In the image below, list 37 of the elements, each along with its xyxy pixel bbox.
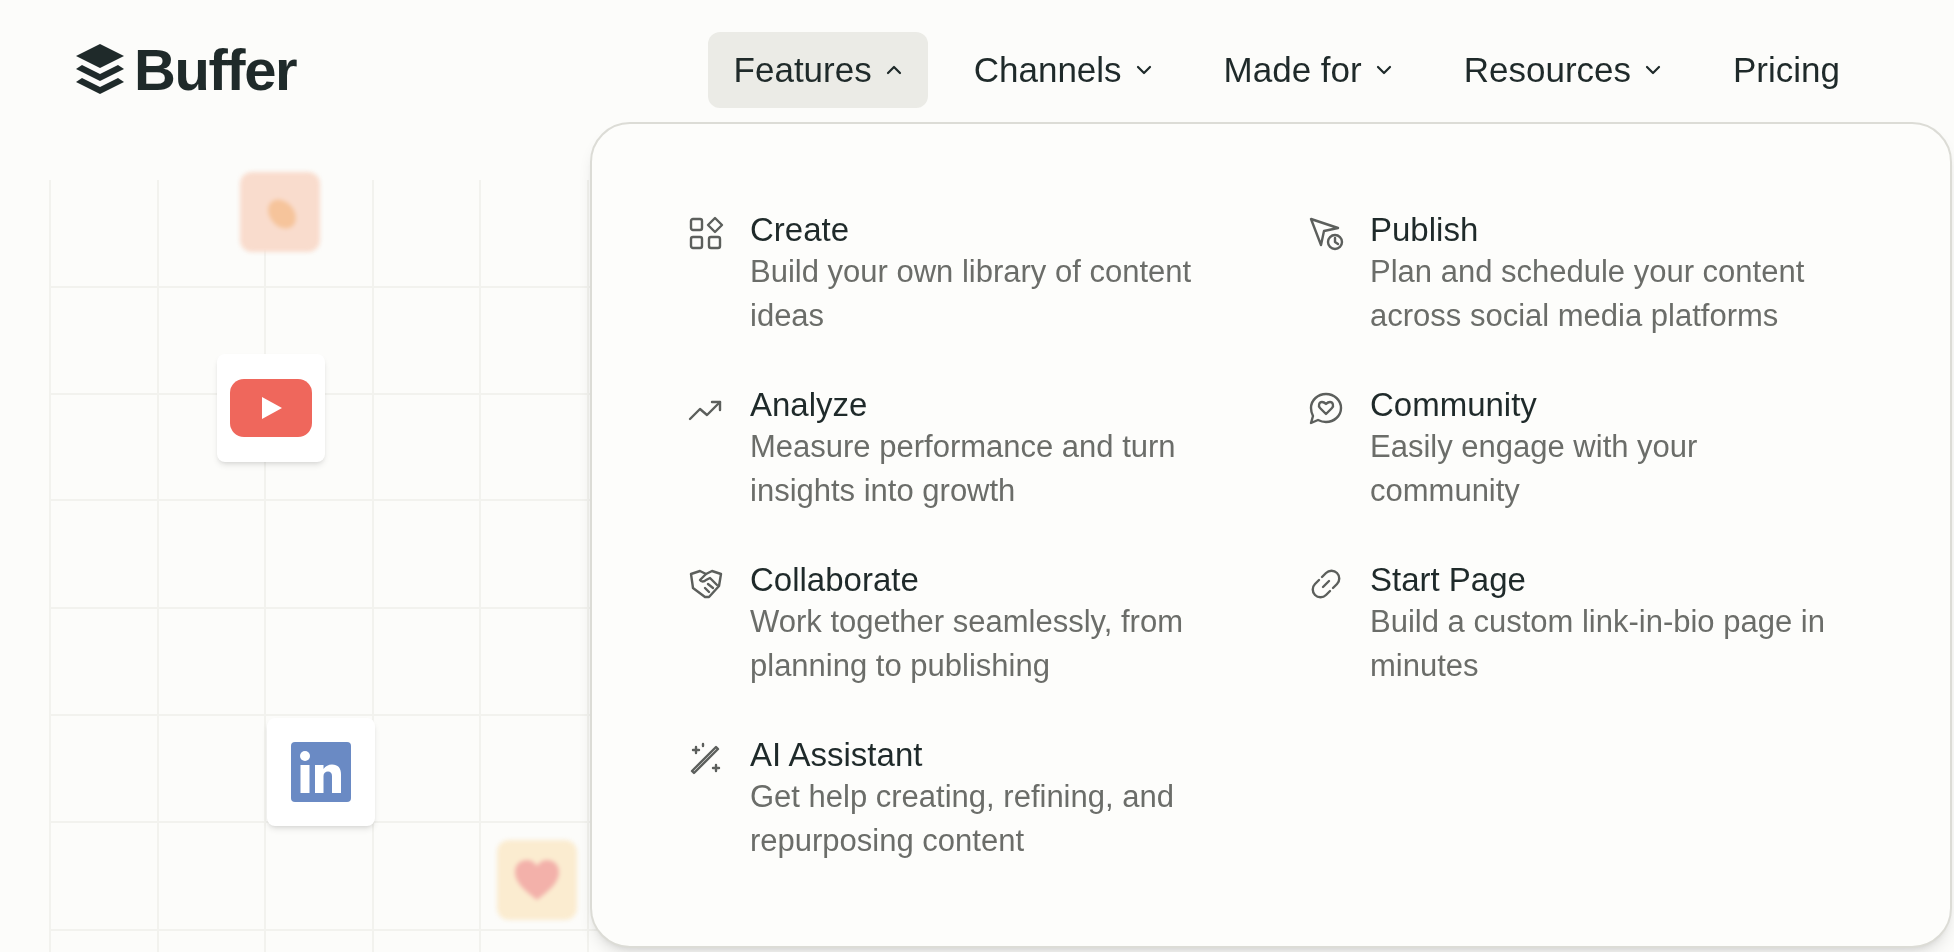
caret-icon [885, 65, 902, 75]
caret-icon [1375, 65, 1392, 75]
feature-description: Easily engage with your community [1370, 428, 1699, 510]
feature-menu-item[interactable]: Community Easily engage with your community [1308, 385, 1868, 513]
linkedin-icon [291, 742, 351, 802]
feature-menu-item[interactable]: Create Build your own library of content ideas [688, 210, 1308, 338]
blurred-hand-icon [240, 172, 320, 252]
send-clock-icon [1308, 216, 1344, 252]
feature-menu-item[interactable]: Collaborate Work together seamlessly, from planning to publishing [688, 560, 1308, 688]
nav-menu-button[interactable]: Channels [947, 31, 1178, 109]
feature-title: Collaborate [750, 560, 920, 600]
nav-menu-button[interactable]: Made for [1197, 31, 1418, 109]
caret-icon [1135, 65, 1152, 75]
feature-title: Publish [1370, 210, 1480, 250]
feature-menu-item[interactable]: Analyze Measure performance and turn insights into growth [688, 385, 1308, 513]
chat-heart-icon [1308, 391, 1344, 427]
feature-menu-item[interactable]: Publish Plan and schedule your content across social media platforms [1308, 210, 1868, 338]
feature-title: AI Assistant [750, 735, 924, 775]
feature-title: Start Page [1370, 560, 1527, 600]
feature-title: Create [750, 210, 851, 250]
feature-description: Measure performance and turn insights into growth [750, 428, 1177, 510]
feature-menu-item[interactable]: Start Page Build a custom link-in-bio page in minutes [1308, 560, 1868, 688]
feature-menu-item[interactable]: AI Assistant Get help creating, refining, and repurposing content [688, 735, 1308, 863]
nav-menu-button[interactable]: Resources [1437, 31, 1687, 109]
feature-description: Build a custom link-in-bio page in minutes [1370, 603, 1826, 685]
nav-menu-button[interactable]: Features [707, 31, 928, 109]
feature-title: Community [1370, 385, 1538, 425]
youtube-icon [230, 379, 312, 437]
caret-icon [1645, 65, 1661, 75]
grid-shapes-icon [688, 216, 724, 252]
feature-description: Plan and schedule your content across social media platforms [1370, 253, 1806, 335]
feature-description: Build your own library of content ideas [750, 253, 1193, 335]
feature-description: Work together seamlessly, from planning to publishing [750, 603, 1184, 685]
buffer-logo[interactable]: Buffer [74, 41, 297, 99]
nav-link[interactable]: Pricing [1707, 31, 1866, 109]
feature-description: Get help creating, refining, and repurposing content [750, 778, 1175, 860]
feature-title: Analyze [750, 385, 869, 425]
